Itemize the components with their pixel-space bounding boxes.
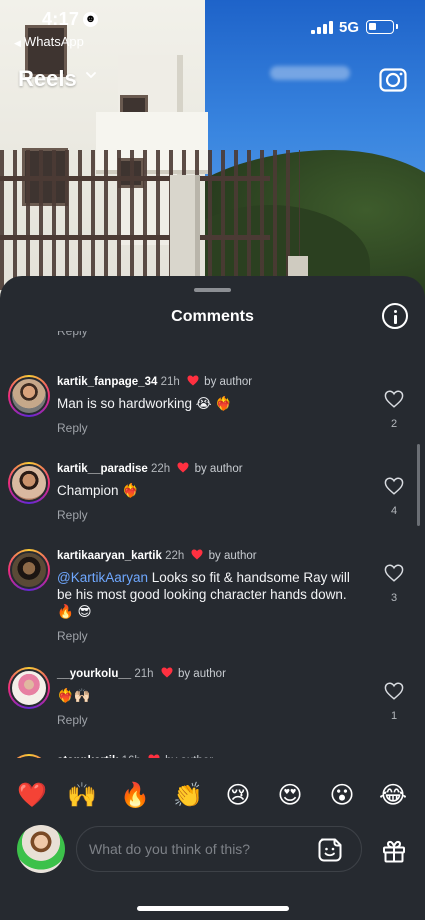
focus-smiley-icon: ☻ — [83, 12, 98, 27]
author-heart-icon — [187, 375, 199, 386]
back-to-app-link[interactable]: ◀ WhatsApp — [14, 34, 84, 49]
comment-meta: __yourkolu__ 21h by author — [57, 667, 367, 683]
back-triangle-icon: ◀ — [14, 38, 21, 48]
reels-title[interactable]: Reels — [18, 66, 77, 92]
liked-by-label: by author — [208, 550, 257, 562]
reaction-emoji[interactable]: 👏 — [173, 780, 203, 810]
reply-link[interactable]: Reply — [57, 713, 367, 727]
back-app-label: WhatsApp — [23, 34, 84, 49]
comment-text: Man is so hardworking 😭 ❤️‍🔥 — [57, 396, 233, 411]
reaction-emoji[interactable]: ❤️ — [17, 780, 47, 810]
comment-username[interactable]: kartik_fanpage_34 — [57, 376, 157, 388]
reaction-emoji[interactable]: 🙌 — [67, 780, 97, 810]
like-heart-icon[interactable] — [384, 564, 404, 582]
comment-time: 21h — [134, 668, 154, 680]
battery-icon — [366, 20, 398, 34]
comment-time: 22h — [151, 463, 171, 475]
like-count: 1 — [390, 710, 398, 722]
comment-meta: kartikaaryan_kartik 22h by author — [57, 549, 367, 565]
like-count: 3 — [390, 592, 398, 604]
comment-input[interactable] — [89, 827, 299, 871]
reaction-emoji[interactable]: 😢 — [223, 780, 253, 810]
reaction-emoji[interactable]: 🔥 — [120, 780, 150, 810]
comment-input-box[interactable] — [76, 826, 362, 872]
network-type: 5G — [339, 19, 360, 36]
info-icon[interactable] — [382, 303, 408, 329]
fence — [0, 150, 300, 290]
reaction-emoji[interactable]: 😍 — [275, 780, 305, 810]
comment-text: @KartikAaryan Looks so fit & handsome Ra… — [57, 569, 367, 620]
sticker-icon[interactable] — [317, 837, 343, 863]
scrollbar-thumb[interactable] — [417, 444, 420, 526]
comment-meta: kartik__paradise 22h by author — [57, 462, 367, 478]
sheet-title: Comments — [171, 308, 254, 325]
liked-by-label: by author — [194, 463, 243, 475]
self-avatar — [17, 825, 65, 873]
comment-time: 21h — [160, 376, 180, 388]
avatar[interactable] — [8, 549, 50, 591]
gift-icon[interactable] — [381, 838, 407, 864]
reply-link[interactable]: Reply — [57, 331, 88, 339]
signal-strength-icon — [311, 21, 333, 34]
comment-text: ❤️‍🔥🙌🏻 — [57, 688, 91, 703]
comment-username[interactable]: kartikaaryan_kartik — [57, 550, 162, 562]
home-indicator[interactable] — [137, 906, 289, 911]
like-count: 4 — [390, 505, 398, 517]
clock: 4:17 — [42, 9, 80, 29]
reaction-emoji[interactable]: 😂 — [378, 780, 408, 810]
avatar[interactable] — [8, 667, 50, 709]
author-heart-icon — [161, 667, 173, 678]
sheet-grabber[interactable] — [194, 288, 231, 292]
avatar[interactable] — [8, 375, 50, 417]
reply-link[interactable]: Reply — [57, 508, 367, 522]
author-heart-icon — [177, 462, 189, 473]
chevron-down-icon[interactable] — [86, 70, 96, 80]
like-heart-icon[interactable] — [384, 477, 404, 495]
status-bar: 4:17 ☻ ◀ WhatsApp 5G — [0, 0, 425, 56]
fence-rail — [0, 176, 270, 181]
composer-area: ❤️ 🙌 🔥 👏 😢 😍 😮 😂 — [0, 758, 425, 900]
mention-link[interactable]: @KartikAaryan — [57, 570, 148, 585]
pillar — [170, 175, 200, 285]
avatar[interactable] — [8, 462, 50, 504]
fence-rail — [0, 235, 270, 240]
comment-username[interactable]: __yourkolu__ — [57, 668, 131, 680]
like-heart-icon[interactable] — [384, 390, 404, 408]
comment-username[interactable]: kartik__paradise — [57, 463, 148, 475]
reaction-emoji[interactable]: 😮 — [327, 780, 357, 810]
author-heart-icon — [191, 549, 203, 560]
liked-by-label: by author — [177, 668, 226, 680]
reply-link[interactable]: Reply — [57, 629, 367, 643]
reply-link[interactable]: Reply — [57, 421, 367, 435]
comment-meta: kartik_fanpage_34 21h by author — [57, 375, 367, 391]
camera-icon[interactable] — [378, 64, 408, 94]
comment-text: Champion ❤️‍🔥 — [57, 483, 140, 498]
cloud — [270, 66, 350, 80]
comment-time: 22h — [165, 550, 185, 562]
liked-by-label: by author — [204, 376, 253, 388]
like-count: 2 — [390, 418, 398, 430]
like-heart-icon[interactable] — [384, 682, 404, 700]
